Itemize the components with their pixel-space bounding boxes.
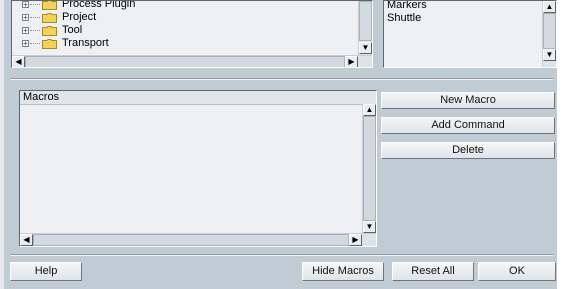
ok-button[interactable]: OK [478, 262, 556, 281]
scroll-right-button[interactable]: ▶ [345, 56, 358, 67]
tree-connector [30, 30, 40, 31]
macros-vertical-scrollbar[interactable]: ▲ ▼ [362, 104, 376, 233]
scroll-thumb[interactable] [33, 234, 349, 246]
scroll-left-button[interactable]: ◀ [20, 234, 33, 246]
folder-icon [42, 1, 57, 10]
scroll-right-button[interactable]: ▶ [349, 234, 362, 246]
folder-icon [42, 26, 57, 36]
tree-connector [30, 4, 40, 5]
macros-horizontal-scrollbar[interactable]: ◀ ▶ [20, 233, 376, 246]
window-right-margin [557, 0, 565, 289]
commands-list-panel: Markers Shuttle ▲ ▼ [383, 0, 557, 68]
section-divider [10, 254, 553, 256]
scroll-up-button[interactable]: ▲ [543, 1, 556, 13]
tree-connector [30, 17, 40, 18]
tree-item-process-plugin[interactable]: + Process Plugin [12, 0, 357, 11]
hide-macros-button[interactable]: Hide Macros [302, 262, 384, 281]
tree-item-label: Transport [62, 37, 109, 49]
macros-panel: Macros ▲ ▼ ◀ ▶ [19, 90, 377, 247]
delete-button[interactable]: Delete [381, 142, 555, 159]
folder-icon [42, 39, 57, 49]
folder-icon [42, 13, 57, 23]
new-macro-button[interactable]: New Macro [381, 92, 555, 109]
expand-icon[interactable]: + [22, 1, 29, 9]
tree-item-tool[interactable]: + Tool [12, 24, 357, 37]
scroll-thumb[interactable] [543, 13, 556, 49]
command-tree-vertical-scrollbar[interactable]: ▼ [358, 1, 372, 55]
tree-item-label: Project [62, 11, 97, 23]
expand-icon[interactable]: + [22, 27, 29, 35]
expand-icon[interactable]: + [22, 14, 29, 22]
scroll-thumb[interactable] [359, 1, 372, 41]
scroll-left-button[interactable]: ◀ [12, 56, 25, 67]
command-item-markers[interactable]: Markers [387, 1, 427, 12]
section-divider [10, 78, 553, 80]
macros-header: Macros [20, 91, 376, 105]
expand-icon[interactable]: + [22, 40, 29, 48]
scroll-thumb[interactable] [25, 56, 345, 67]
scroll-down-button[interactable]: ▼ [359, 42, 372, 54]
command-item-shuttle[interactable]: Shuttle [387, 12, 421, 25]
scroll-down-button[interactable]: ▼ [543, 49, 556, 61]
tree-item-label: Process Plugin [62, 0, 136, 10]
help-button[interactable]: Help [10, 262, 82, 281]
command-tree-horizontal-scrollbar[interactable]: ◀ ▶ [12, 55, 372, 67]
commands-list-vertical-scrollbar[interactable]: ▲ ▼ [542, 1, 556, 67]
key-commands-window: + Process Plugin + Project + Tool + Tran… [4, 0, 557, 289]
reset-all-button[interactable]: Reset All [392, 262, 474, 281]
scroll-thumb[interactable] [363, 116, 376, 221]
tree-connector [30, 43, 40, 44]
tree-item-label: Tool [62, 24, 83, 36]
scroll-up-button[interactable]: ▲ [363, 104, 376, 116]
command-tree-panel: + Process Plugin + Project + Tool + Tran… [11, 0, 373, 68]
scroll-down-button[interactable]: ▼ [363, 221, 376, 233]
add-command-button[interactable]: Add Command [381, 117, 555, 134]
tree-item-transport[interactable]: + Transport [12, 37, 357, 50]
tree-item-project[interactable]: + Project [12, 11, 357, 24]
